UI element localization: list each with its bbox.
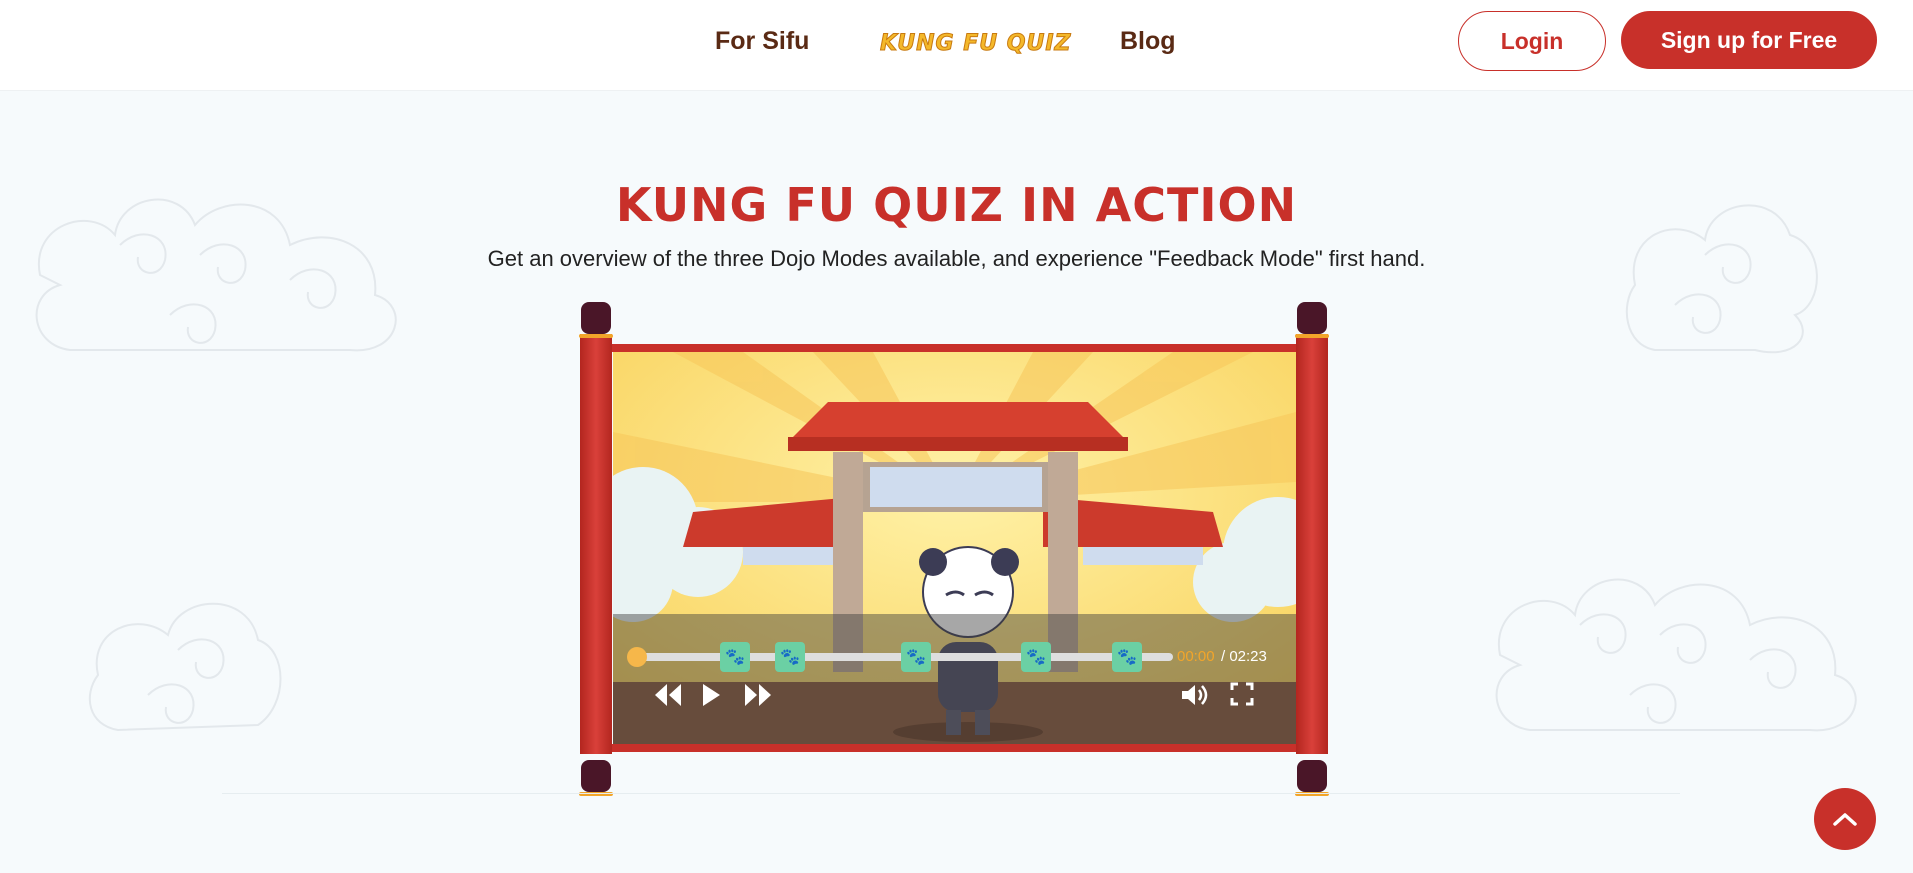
chapter-marker-paw-icon[interactable]: 🐾 (720, 642, 750, 672)
site-header: For Sifu KUNG FU QUIZ Blog Login Sign up… (0, 0, 1913, 91)
section-title: KUNG FU QUIZ IN ACTION (615, 178, 1298, 232)
fast-forward-icon[interactable] (743, 682, 773, 714)
login-button[interactable]: Login (1458, 11, 1606, 71)
section-divider (222, 793, 1680, 794)
video-controls-bar: 🐾 🐾 🐾 🐾 🐾 00:00 / 02:23 (613, 614, 1296, 744)
chevron-up-icon (1833, 813, 1857, 826)
chapter-marker-paw-icon[interactable]: 🐾 (901, 642, 931, 672)
scroll-knob-bottom-right (1295, 760, 1329, 796)
cloud-decoration-left-bottom (88, 602, 282, 732)
time-current: 00:00 (1177, 648, 1215, 665)
video-player[interactable]: 🐾 🐾 🐾 🐾 🐾 00:00 / 02:23 (613, 352, 1296, 744)
chapter-marker-paw-icon[interactable]: 🐾 (1112, 642, 1142, 672)
progress-handle[interactable] (627, 647, 647, 667)
nav-blog-link[interactable]: Blog (1120, 27, 1176, 56)
kung-fu-quiz-logo[interactable]: KUNG FU QUIZ (880, 31, 1072, 57)
time-total: / 02:23 (1221, 648, 1267, 665)
cloud-decoration-right-bottom (1495, 578, 1857, 732)
scroll-knob-top-right (1295, 302, 1329, 338)
nav-for-sifu-link[interactable]: For Sifu (715, 27, 809, 56)
scroll-edge-top (612, 344, 1296, 352)
section-subtitle: Get an overview of the three Dojo Modes … (487, 246, 1426, 271)
scroll-knob-bottom-left (579, 760, 613, 796)
play-icon[interactable] (700, 682, 722, 714)
chapter-marker-paw-icon[interactable]: 🐾 (775, 642, 805, 672)
scroll-rod-left (580, 334, 612, 754)
scroll-rod-right (1296, 334, 1328, 754)
chapter-marker-paw-icon[interactable]: 🐾 (1021, 642, 1051, 672)
rewind-icon[interactable] (653, 682, 683, 714)
scroll-knob-top-left (579, 302, 613, 338)
volume-icon[interactable] (1180, 682, 1210, 714)
signup-button[interactable]: Sign up for Free (1621, 11, 1877, 69)
scroll-edge-bottom (612, 744, 1296, 752)
back-to-top-button[interactable] (1814, 788, 1876, 850)
fullscreen-icon[interactable] (1230, 682, 1254, 712)
